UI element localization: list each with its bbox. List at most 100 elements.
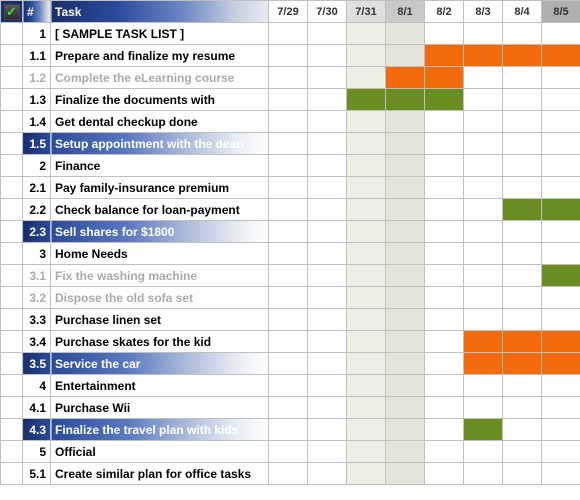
cell-day[interactable] xyxy=(308,265,347,287)
cell-task[interactable]: Finalize the travel plan with kids xyxy=(51,419,269,441)
cell-check[interactable] xyxy=(1,353,23,375)
cell-check[interactable] xyxy=(1,441,23,463)
table-row[interactable]: 2.3Sell shares for $1800 xyxy=(1,221,580,243)
cell-day[interactable] xyxy=(464,309,503,331)
cell-day[interactable] xyxy=(425,265,464,287)
cell-day[interactable] xyxy=(464,375,503,397)
gantt-bar-orange[interactable] xyxy=(503,353,542,375)
cell-number[interactable]: 5 xyxy=(23,441,51,463)
cell-check[interactable] xyxy=(1,133,23,155)
cell-task[interactable]: Entertainment xyxy=(51,375,269,397)
table-row[interactable]: 1.2Complete the eLearning course xyxy=(1,67,580,89)
cell-day[interactable] xyxy=(347,133,386,155)
cell-day[interactable] xyxy=(308,287,347,309)
cell-day[interactable] xyxy=(347,23,386,45)
cell-day[interactable] xyxy=(386,221,425,243)
cell-check[interactable] xyxy=(1,45,23,67)
cell-day[interactable] xyxy=(425,441,464,463)
cell-day[interactable] xyxy=(542,177,580,199)
cell-day[interactable] xyxy=(425,177,464,199)
cell-day[interactable] xyxy=(269,89,308,111)
table-row[interactable]: 4.1Purchase Wii xyxy=(1,397,580,419)
cell-day[interactable] xyxy=(503,89,542,111)
cell-day[interactable] xyxy=(425,23,464,45)
cell-day[interactable] xyxy=(542,221,580,243)
cell-day[interactable] xyxy=(386,375,425,397)
cell-day[interactable] xyxy=(269,23,308,45)
header-number[interactable]: # xyxy=(23,1,51,23)
cell-day[interactable] xyxy=(464,133,503,155)
gantt-bar-green[interactable] xyxy=(503,199,542,221)
cell-day[interactable] xyxy=(269,199,308,221)
cell-day[interactable] xyxy=(464,89,503,111)
cell-day[interactable] xyxy=(503,397,542,419)
cell-day[interactable] xyxy=(308,133,347,155)
cell-day[interactable] xyxy=(503,133,542,155)
gantt-bar-orange[interactable] xyxy=(503,331,542,353)
cell-check[interactable] xyxy=(1,221,23,243)
cell-day[interactable] xyxy=(347,199,386,221)
cell-day[interactable] xyxy=(464,111,503,133)
cell-day[interactable] xyxy=(347,463,386,485)
cell-task[interactable]: Purchase linen set xyxy=(51,309,269,331)
gantt-bar-orange[interactable] xyxy=(542,353,580,375)
header-task[interactable]: Task xyxy=(51,1,269,23)
check-icon[interactable]: ✓ xyxy=(4,4,20,20)
cell-day[interactable] xyxy=(347,111,386,133)
cell-day[interactable] xyxy=(386,331,425,353)
cell-day[interactable] xyxy=(542,463,580,485)
cell-day[interactable] xyxy=(269,375,308,397)
gantt-bar-green[interactable] xyxy=(464,419,503,441)
cell-number[interactable]: 3.5 xyxy=(23,353,51,375)
cell-task[interactable]: Dispose the old sofa set xyxy=(51,287,269,309)
cell-day[interactable] xyxy=(269,287,308,309)
cell-day[interactable] xyxy=(308,221,347,243)
cell-day[interactable] xyxy=(542,155,580,177)
gantt-bar-green[interactable] xyxy=(386,89,425,111)
cell-day[interactable] xyxy=(386,243,425,265)
cell-day[interactable] xyxy=(542,375,580,397)
cell-day[interactable] xyxy=(542,23,580,45)
cell-day[interactable] xyxy=(347,353,386,375)
cell-day[interactable] xyxy=(425,199,464,221)
cell-day[interactable] xyxy=(386,419,425,441)
cell-day[interactable] xyxy=(542,419,580,441)
cell-task[interactable]: Create similar plan for office tasks xyxy=(51,463,269,485)
gantt-bar-green[interactable] xyxy=(542,265,580,287)
cell-day[interactable] xyxy=(269,67,308,89)
table-row[interactable]: 3.4Purchase skates for the kid xyxy=(1,331,580,353)
cell-day[interactable] xyxy=(308,67,347,89)
cell-number[interactable]: 1 xyxy=(23,23,51,45)
cell-day[interactable] xyxy=(542,67,580,89)
cell-day[interactable] xyxy=(503,309,542,331)
cell-day[interactable] xyxy=(503,419,542,441)
cell-day[interactable] xyxy=(425,397,464,419)
gantt-bar-orange[interactable] xyxy=(464,45,503,67)
cell-task[interactable]: Get dental checkup done xyxy=(51,111,269,133)
cell-number[interactable]: 3.2 xyxy=(23,287,51,309)
table-row[interactable]: 1[ SAMPLE TASK LIST ] xyxy=(1,23,580,45)
cell-day[interactable] xyxy=(269,221,308,243)
cell-number[interactable]: 3 xyxy=(23,243,51,265)
cell-day[interactable] xyxy=(425,331,464,353)
gantt-bar-orange[interactable] xyxy=(542,45,580,67)
cell-day[interactable] xyxy=(269,45,308,67)
cell-number[interactable]: 1.5 xyxy=(23,133,51,155)
cell-task[interactable]: Check balance for loan-payment xyxy=(51,199,269,221)
cell-day[interactable] xyxy=(347,397,386,419)
cell-day[interactable] xyxy=(542,309,580,331)
header-day[interactable]: 7/29 xyxy=(269,1,308,23)
cell-day[interactable] xyxy=(269,309,308,331)
cell-day[interactable] xyxy=(269,331,308,353)
cell-day[interactable] xyxy=(425,419,464,441)
cell-day[interactable] xyxy=(464,441,503,463)
cell-day[interactable] xyxy=(503,441,542,463)
table-row[interactable]: 2.2Check balance for loan-payment xyxy=(1,199,580,221)
cell-day[interactable] xyxy=(386,397,425,419)
cell-check[interactable] xyxy=(1,67,23,89)
cell-day[interactable] xyxy=(308,463,347,485)
gantt-bar-orange[interactable] xyxy=(464,353,503,375)
gantt-bar-green[interactable] xyxy=(542,199,580,221)
cell-check[interactable] xyxy=(1,89,23,111)
cell-day[interactable] xyxy=(425,133,464,155)
